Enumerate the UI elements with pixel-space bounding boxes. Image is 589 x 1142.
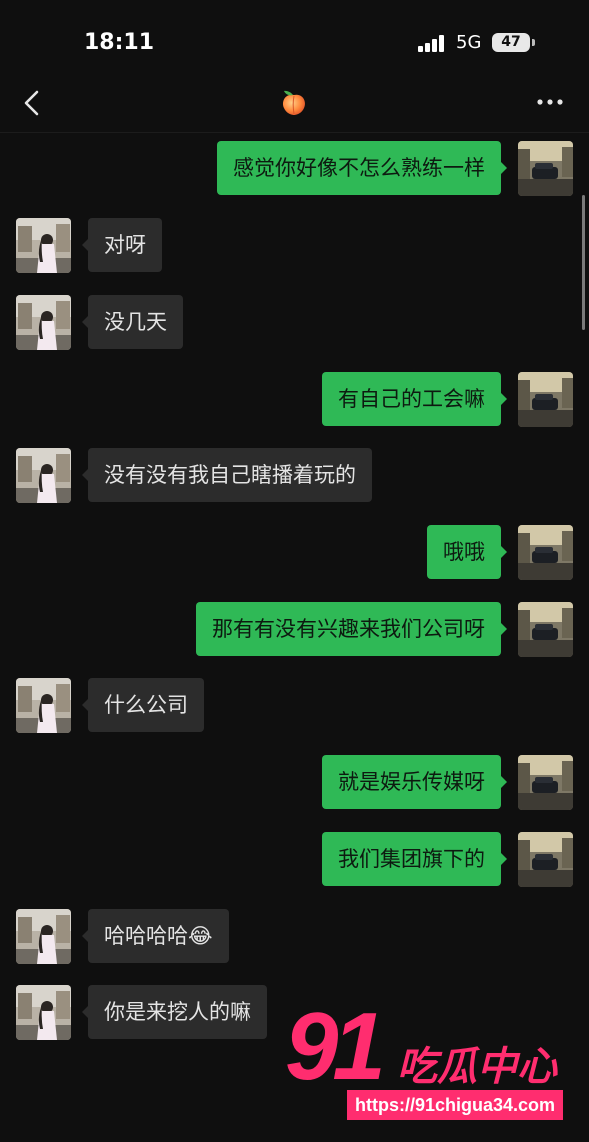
peach-icon: [283, 90, 305, 115]
my-avatar[interactable]: [518, 372, 573, 427]
contact-avatar[interactable]: [16, 218, 71, 273]
my-avatar[interactable]: [518, 141, 573, 196]
watermark-number: 91: [285, 993, 386, 1100]
watermark: 91 吃瓜中心 https://91chigua34.com: [285, 993, 585, 1135]
my-avatar[interactable]: [518, 755, 573, 810]
message-row: 感觉你好像不怎么熟练一样: [0, 141, 589, 197]
my-avatar[interactable]: [518, 525, 573, 580]
my-avatar[interactable]: [518, 602, 573, 657]
network-type: 5G: [456, 32, 482, 53]
sent-message-bubble[interactable]: 有自己的工会嘛: [322, 372, 507, 426]
received-message-bubble[interactable]: 哈哈哈哈😂: [82, 909, 229, 963]
received-message-bubble[interactable]: 没有没有我自己瞎播着玩的: [82, 448, 372, 502]
more-dots-icon[interactable]: [534, 92, 566, 112]
message-row: 就是娱乐传媒呀: [0, 755, 589, 811]
sent-message-bubble[interactable]: 哦哦: [427, 525, 507, 579]
message-row: 没几天: [0, 295, 589, 351]
status-bar: 18:11 5G 47: [0, 0, 589, 80]
battery-tip: [532, 39, 535, 46]
message-row: 我们集团旗下的: [0, 832, 589, 888]
message-row: 没有没有我自己瞎播着玩的: [0, 448, 589, 504]
my-avatar[interactable]: [518, 832, 573, 887]
signal-icon: [418, 34, 448, 52]
battery-icon: 47: [492, 33, 530, 52]
contact-avatar[interactable]: [16, 295, 71, 350]
message-row: 哈哈哈哈😂: [0, 909, 589, 965]
sent-message-bubble[interactable]: 那有有没有兴趣来我们公司呀: [196, 602, 507, 656]
contact-avatar[interactable]: [16, 678, 71, 733]
message-row: 那有有没有兴趣来我们公司呀: [0, 602, 589, 658]
watermark-brand: 吃瓜中心: [397, 1044, 557, 1090]
message-row: 有自己的工会嘛: [0, 372, 589, 428]
sent-message-bubble[interactable]: 感觉你好像不怎么熟练一样: [217, 141, 507, 195]
message-row: 什么公司: [0, 678, 589, 734]
sent-message-bubble[interactable]: 就是娱乐传媒呀: [322, 755, 507, 809]
received-message-bubble[interactable]: 没几天: [82, 295, 183, 349]
contact-avatar[interactable]: [16, 909, 71, 964]
received-message-bubble[interactable]: 对呀: [82, 218, 162, 272]
contact-avatar[interactable]: [16, 448, 71, 503]
received-message-bubble[interactable]: 你是来挖人的嘛: [82, 985, 267, 1039]
nav-bar: [0, 80, 589, 133]
status-time: 18:11: [84, 30, 155, 55]
message-row: 对呀: [0, 218, 589, 274]
chat-list: 感觉你好像不怎么熟练一样对呀没几天有自己的工会嘛没有没有我自己瞎播着玩的哦哦那有…: [0, 132, 589, 1142]
contact-avatar[interactable]: [16, 985, 71, 1040]
received-message-bubble[interactable]: 什么公司: [82, 678, 204, 732]
sent-message-bubble[interactable]: 我们集团旗下的: [322, 832, 507, 886]
chevron-left-icon[interactable]: [18, 88, 48, 118]
watermark-url: https://91chigua34.com: [347, 1090, 564, 1120]
message-row: 哦哦: [0, 525, 589, 581]
